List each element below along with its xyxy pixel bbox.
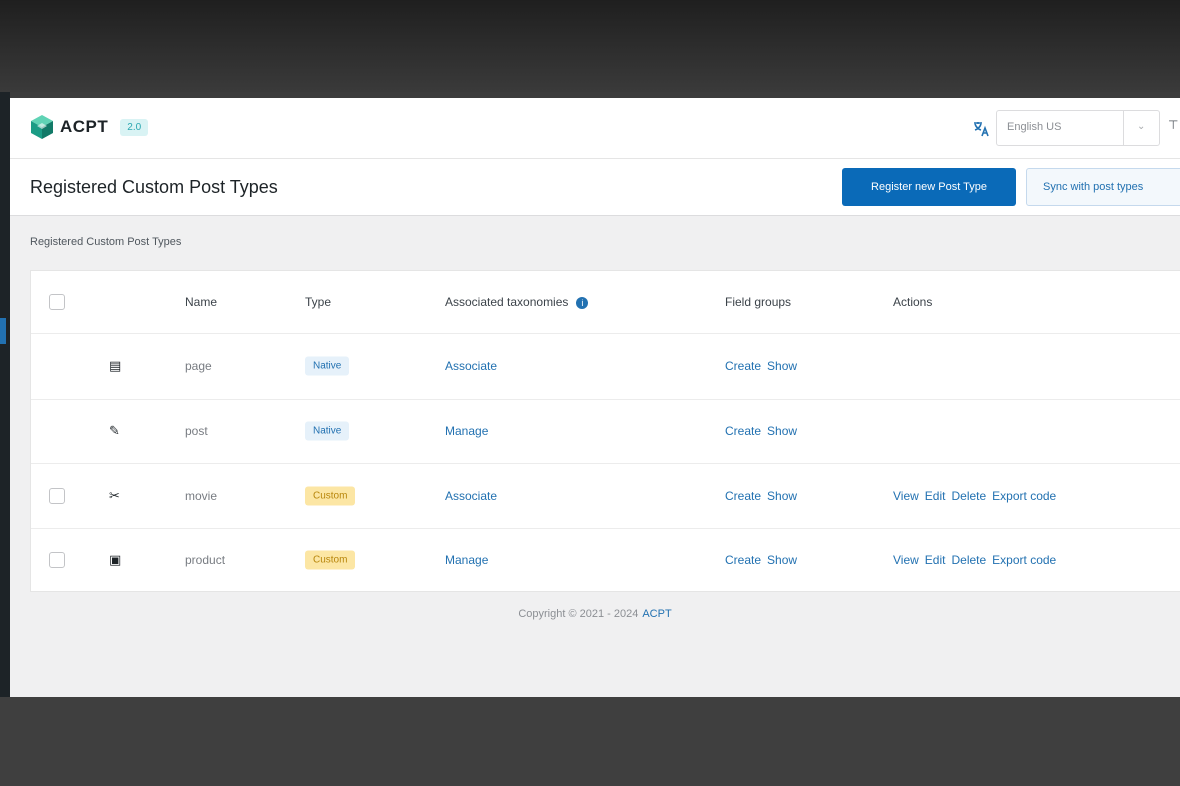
field-groups-links: Create Show	[725, 553, 803, 567]
post-type-name: page	[185, 359, 212, 373]
post-type-name: product	[185, 552, 226, 567]
breadcrumb: Registered Custom Post Types	[30, 236, 182, 248]
post-type-name: post	[185, 424, 208, 438]
create-field-group-link[interactable]: Create	[725, 424, 761, 438]
chevron-down-icon: ⌄	[1137, 121, 1146, 132]
field-groups-links: Create Show	[725, 424, 803, 438]
translate-icon	[974, 122, 989, 137]
acpt-logo[interactable]: ACPT 2.0	[30, 114, 149, 140]
edit-action-link[interactable]: Edit	[925, 553, 946, 567]
create-field-group-link[interactable]: Create	[725, 553, 761, 567]
post-type-name: movie	[185, 488, 218, 503]
column-header-type: Type	[305, 295, 332, 309]
delete-action-link[interactable]: Delete	[951, 489, 986, 503]
row-actions: View Edit Delete Export code	[893, 489, 1062, 503]
associate-taxonomy-link[interactable]: Associate	[445, 359, 497, 373]
header-overflow-icon[interactable]: ⊤	[1168, 118, 1178, 132]
acpt-app-window: ACPT 2.0 English US ⌄ ⊤ Registered Custo…	[10, 98, 1180, 697]
create-field-group-link[interactable]: Create	[725, 359, 761, 373]
product-icon: ▣	[109, 551, 122, 567]
show-field-group-link[interactable]: Show	[767, 553, 797, 567]
cube-logo-icon	[31, 115, 53, 139]
column-header-actions: Actions	[893, 295, 933, 309]
table-row: ▣ product Custom Manage Create Show View E…	[31, 528, 1180, 591]
type-badge: Native	[305, 356, 350, 376]
associate-taxonomy-link[interactable]: Associate	[445, 489, 497, 503]
logo-wordmark: ACPT	[60, 117, 109, 136]
post-types-table: Name Type Associated taxonomies i Field g…	[30, 270, 1180, 592]
sidebar-active-marker	[0, 318, 6, 344]
desktop-bottom-background	[0, 697, 1180, 786]
table-row: ✂ movie Custom Associate Create Show View…	[31, 463, 1180, 529]
page-title: Registered Custom Post Types	[30, 177, 278, 197]
select-divider	[1123, 111, 1124, 145]
show-field-group-link[interactable]: Show	[767, 489, 797, 503]
column-header-taxonomies-label: Associated taxonomies	[445, 295, 569, 309]
info-icon[interactable]: i	[576, 296, 589, 309]
version-badge: 2.0	[120, 118, 149, 136]
row-actions: View Edit Delete Export code	[893, 553, 1062, 567]
field-groups-links: Create Show	[725, 489, 803, 503]
export-code-link[interactable]: Export code	[992, 553, 1056, 567]
language-select[interactable]: English US ⌄	[996, 110, 1160, 146]
manage-taxonomy-link[interactable]: Manage	[445, 553, 488, 567]
field-groups-links: Create Show	[725, 359, 803, 373]
view-action-link[interactable]: View	[893, 553, 919, 567]
view-action-link[interactable]: View	[893, 489, 919, 503]
row-checkbox[interactable]	[49, 551, 65, 568]
type-badge: Custom	[305, 486, 356, 505]
select-all-checkbox[interactable]	[49, 294, 65, 310]
sync-post-types-button[interactable]: Sync with post types	[1026, 168, 1180, 206]
type-badge: Custom	[305, 550, 356, 569]
table-row: ▤ page Native Associate Create Show	[31, 333, 1180, 400]
scissors-icon: ✂	[109, 487, 120, 503]
delete-action-link[interactable]: Delete	[951, 553, 986, 567]
type-badge: Native	[305, 421, 350, 441]
table-row: ✎ post Native Manage Create Show	[31, 399, 1180, 464]
column-header-taxonomies: Associated taxonomies i	[445, 295, 589, 309]
page-icon: ▤	[109, 358, 122, 373]
app-header: ACPT 2.0 English US ⌄ ⊤	[10, 98, 1180, 159]
row-checkbox[interactable]	[49, 487, 65, 504]
desktop-top-background	[0, 0, 1180, 92]
admin-sidebar-edge	[0, 92, 10, 697]
language-select-value: English US	[1007, 121, 1062, 133]
footer-brand-link[interactable]: ACPT	[642, 608, 671, 620]
create-field-group-link[interactable]: Create	[725, 489, 761, 503]
column-header-field-groups: Field groups	[725, 295, 792, 309]
copyright-text: Copyright © 2021 - 2024	[518, 608, 639, 620]
export-code-link[interactable]: Export code	[992, 489, 1056, 503]
page-title-bar: Registered Custom Post Types Register ne…	[10, 159, 1180, 216]
register-post-type-button[interactable]: Register new Post Type	[842, 168, 1016, 206]
table-header-row: Name Type Associated taxonomies i Field g…	[31, 271, 1180, 334]
pin-icon: ✎	[109, 423, 120, 438]
show-field-group-link[interactable]: Show	[767, 359, 797, 373]
show-field-group-link[interactable]: Show	[767, 424, 797, 438]
page-footer: Copyright © 2021 - 2024 ACPT	[10, 608, 1180, 620]
column-header-name[interactable]: Name	[185, 295, 217, 309]
manage-taxonomy-link[interactable]: Manage	[445, 424, 488, 438]
edit-action-link[interactable]: Edit	[925, 489, 946, 503]
